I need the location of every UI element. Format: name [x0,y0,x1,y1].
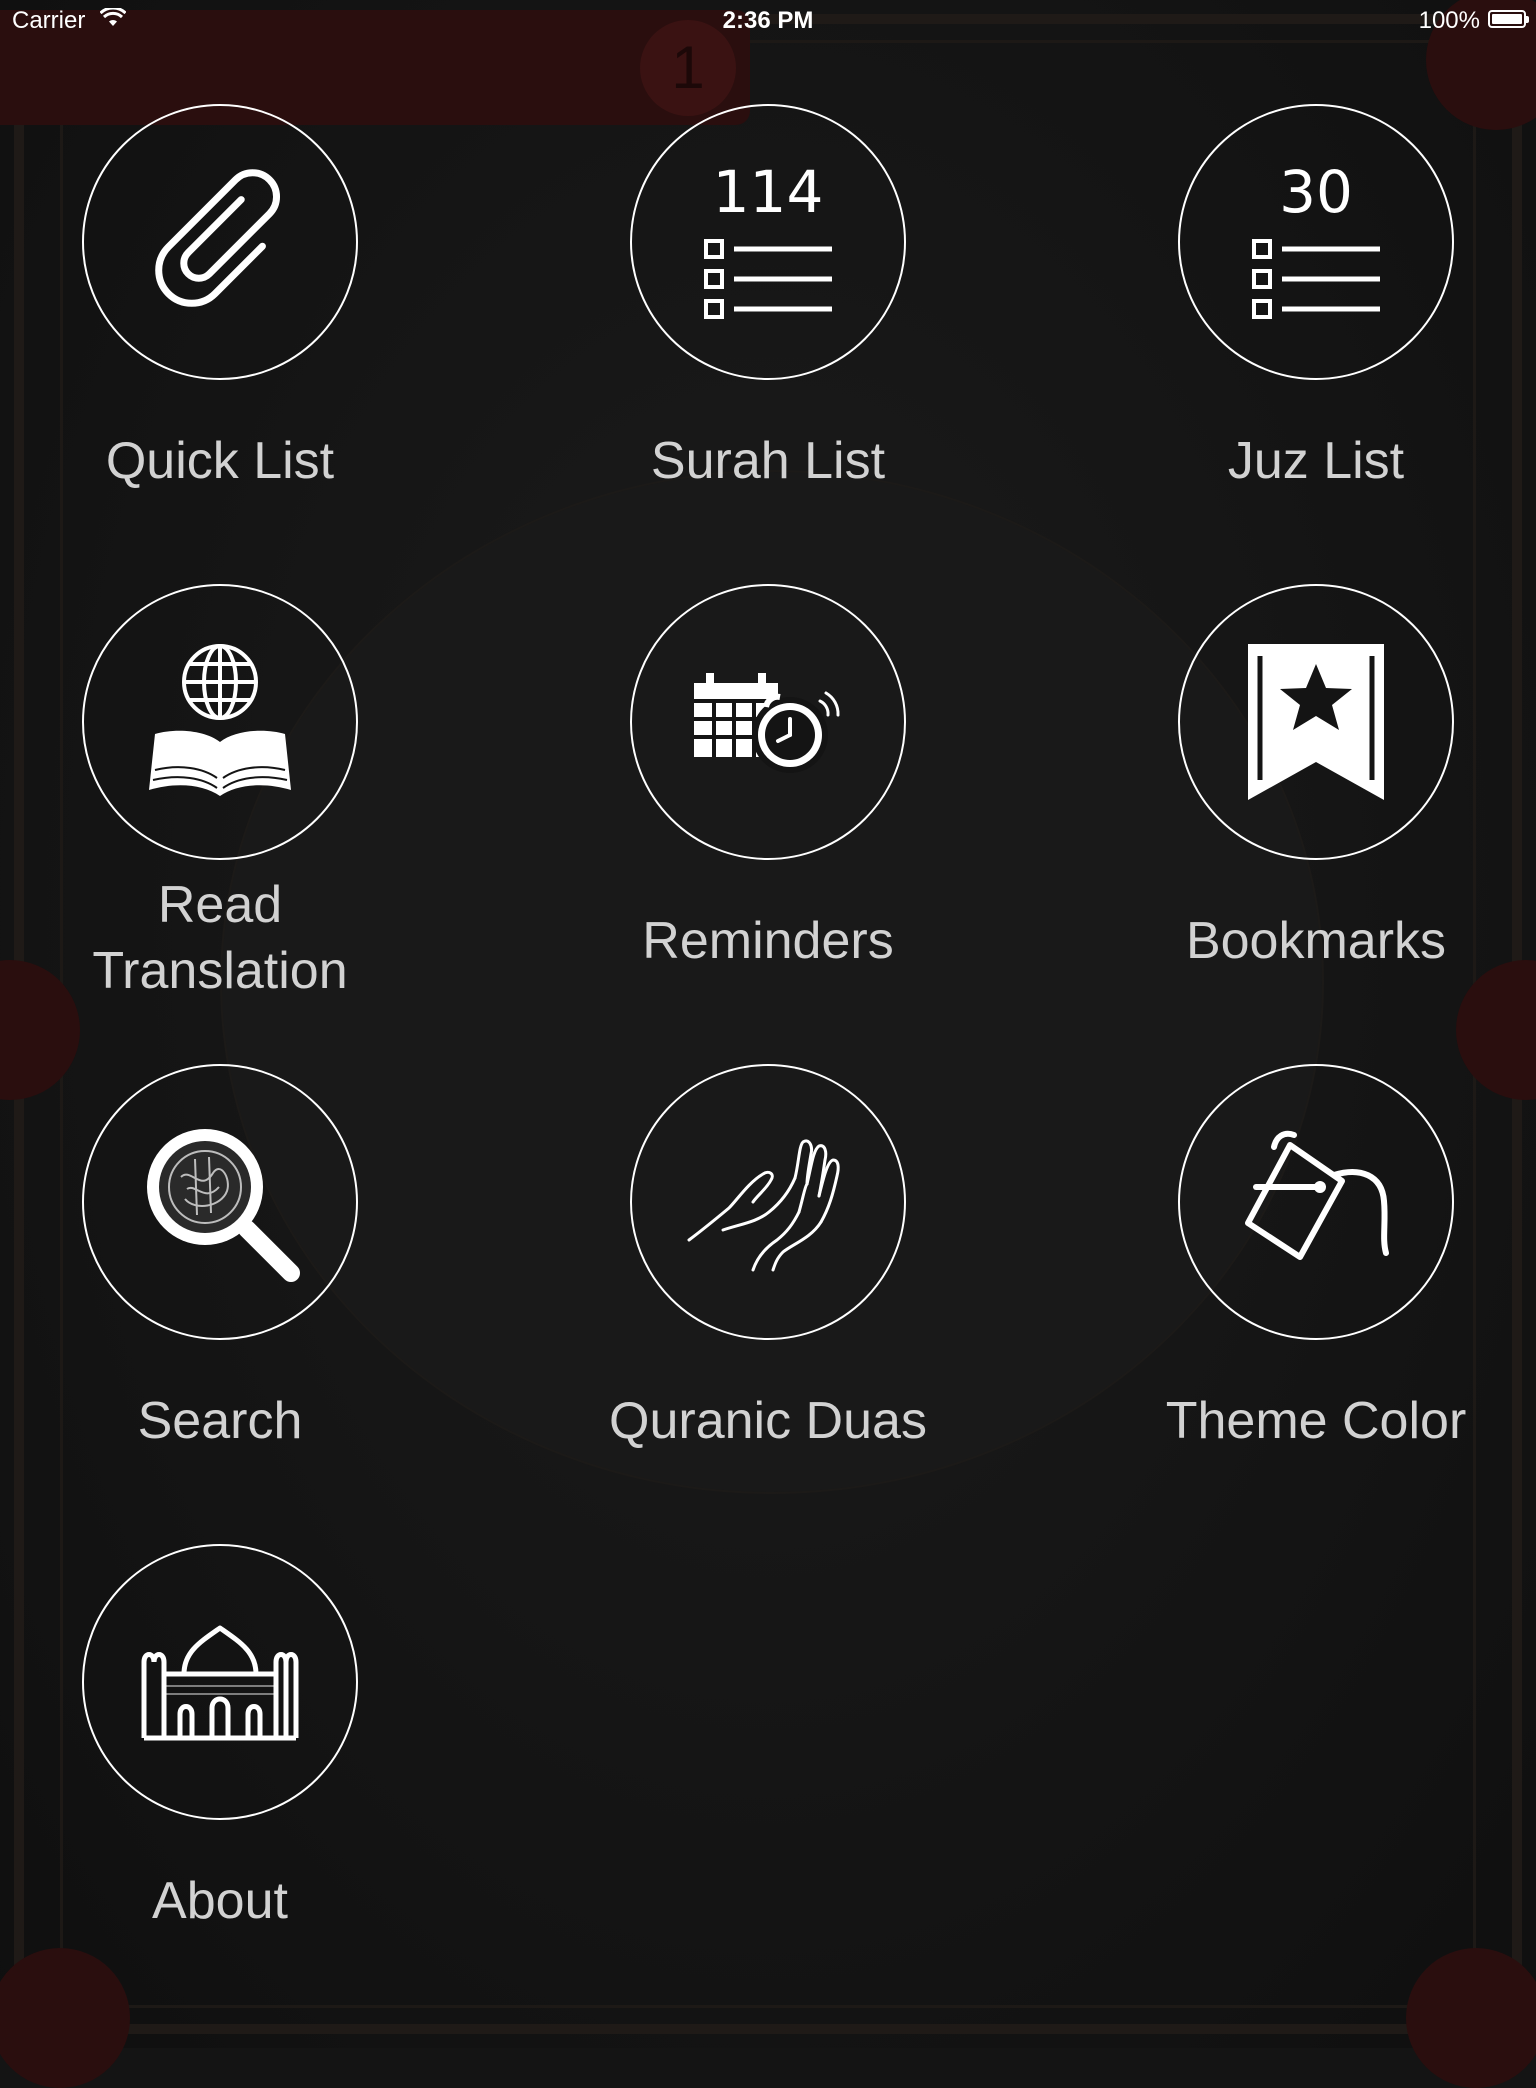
quranic-duas-circle[interactable] [630,1064,906,1340]
mosque-icon [141,1625,299,1741]
bookmarks-label: Bookmarks [1185,912,1447,970]
surah-list-button[interactable]: 114 Surah List [558,104,978,494]
magnifier-icon [147,1129,300,1282]
battery-percent: 100% [1418,7,1480,34]
status-bar: Carrier 2:36 PM 100% [0,0,1536,40]
play-corner-button [0,1948,130,2088]
theme-color-circle[interactable] [1178,1064,1454,1340]
theme-color-label: Theme Color [1165,1392,1467,1450]
quick-list-button[interactable]: Quick List [10,104,430,494]
read-translation-label-line1: Read [157,876,283,934]
list-icon [704,239,832,319]
list-icon [1252,239,1380,319]
praying-hands-icon [687,1139,840,1272]
paperclip-icon [155,169,281,307]
globe-book-icon [149,644,291,796]
surah-count: 114 [712,158,824,226]
about-circle[interactable] [82,1544,358,1820]
quranic-duas-label: Quranic Duas [609,1392,927,1450]
bookmarks-button[interactable]: Bookmarks [1106,584,1526,974]
reminders-circle[interactable] [630,584,906,860]
quranic-duas-button[interactable]: Quranic Duas [558,1064,978,1454]
calendar-alarm-icon [694,673,840,773]
read-translation-circle[interactable] [82,584,358,860]
about-button[interactable]: About [10,1544,430,1934]
about-label: About [152,1872,288,1930]
clock: 2:36 PM [722,7,814,34]
bookmark-star-icon [1248,644,1384,800]
juz-list-button[interactable]: 30 Juz List [1106,104,1526,494]
read-translation-label-line2: Translation [92,942,348,1000]
quick-list-label: Quick List [105,432,335,490]
battery-icon [1488,10,1529,28]
reminders-button[interactable]: Reminders [558,584,978,974]
surah-list-circle[interactable]: 114 [630,104,906,380]
settings-corner-button [1406,1948,1536,2088]
theme-color-button[interactable]: Theme Color [1106,1064,1526,1454]
bookmarks-circle[interactable] [1178,584,1454,860]
surah-list-label: Surah List [650,432,886,490]
paint-bucket-icon [1245,1130,1389,1260]
juz-count: 30 [1279,158,1353,226]
quick-list-circle[interactable] [82,104,358,380]
juz-list-circle[interactable]: 30 [1178,104,1454,380]
reminders-label: Reminders [642,912,894,970]
search-label: Search [137,1392,303,1450]
search-circle[interactable] [82,1064,358,1340]
read-translation-button[interactable]: Read Translation [10,584,430,1004]
juz-list-label: Juz List [1227,432,1405,490]
search-button[interactable]: Search [10,1064,430,1454]
